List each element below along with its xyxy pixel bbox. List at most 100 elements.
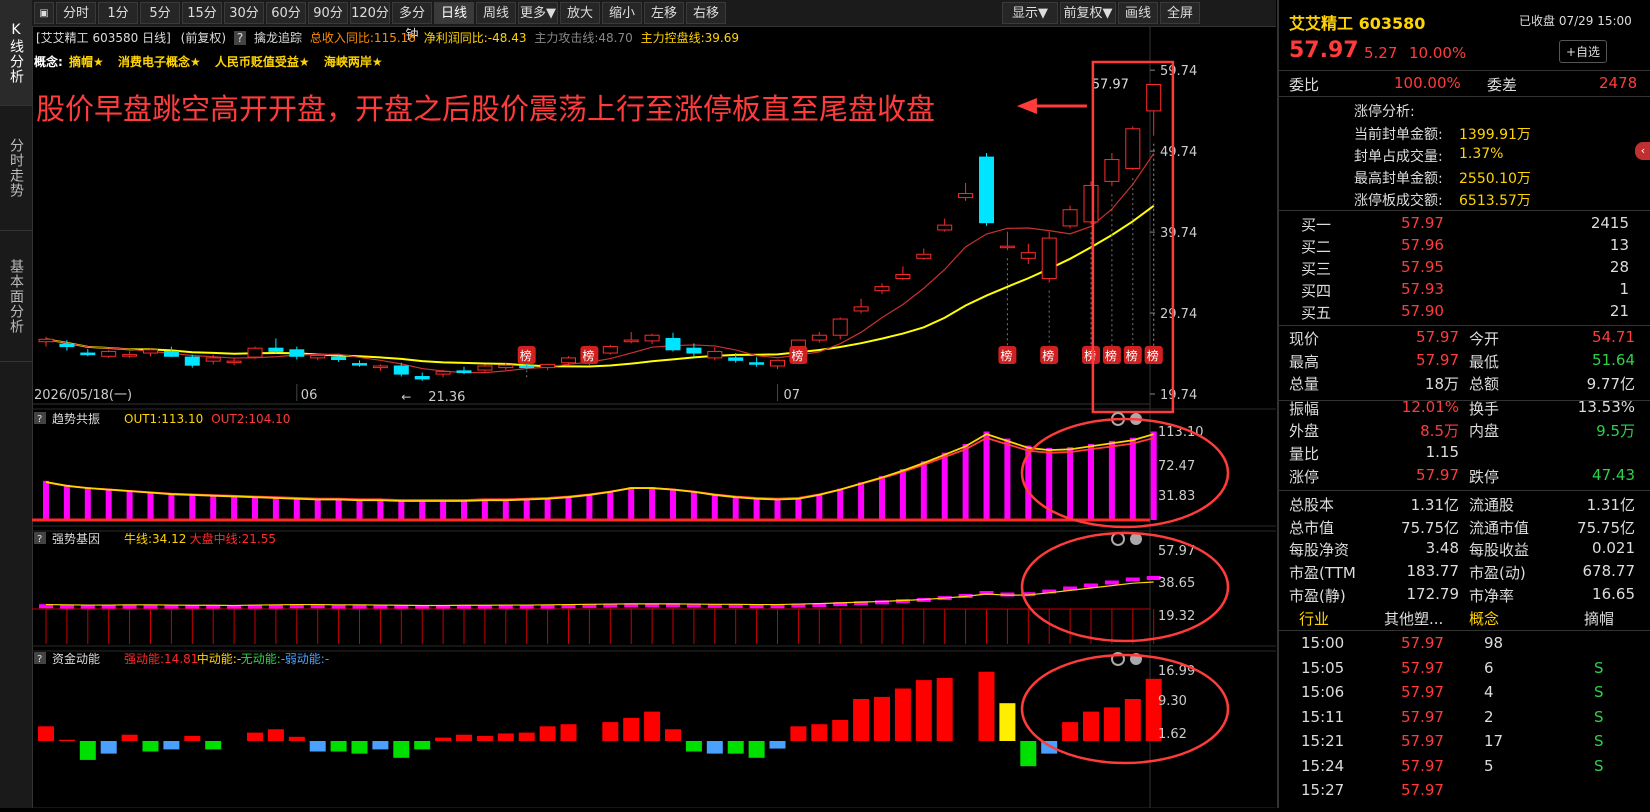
- stat-label: 市盈(静): [1289, 586, 1346, 605]
- candle[interactable]: [122, 351, 138, 358]
- help-icon[interactable]: ?: [233, 31, 247, 45]
- candle[interactable]: [101, 349, 117, 358]
- toolbar-button[interactable]: 右移: [686, 2, 726, 24]
- candle[interactable]: [143, 348, 158, 357]
- collapse-left-icon[interactable]: ‹: [1635, 142, 1650, 160]
- add-watchlist-button[interactable]: +自选: [1559, 40, 1608, 63]
- rank-badge[interactable]: 榜: [1040, 290, 1059, 364]
- rank-badge[interactable]: 榜: [1082, 232, 1100, 364]
- money-bar: [476, 735, 493, 741]
- candle[interactable]: [414, 372, 430, 381]
- candle[interactable]: [937, 218, 953, 232]
- candle[interactable]: [1062, 205, 1078, 229]
- candle[interactable]: [268, 338, 284, 354]
- tab-fundamentals[interactable]: 基本面分析: [0, 231, 32, 362]
- concept-item[interactable]: 摘帽★: [69, 55, 104, 69]
- candle[interactable]: [853, 298, 869, 314]
- toolbar-button[interactable]: 15分: [182, 2, 222, 24]
- toolbar-button[interactable]: 5分: [140, 2, 180, 24]
- candle[interactable]: [999, 231, 1015, 251]
- candle[interactable]: [770, 359, 785, 370]
- chart-mode-icon[interactable]: ▣: [34, 2, 54, 24]
- toolbar-button[interactable]: 更多▼: [518, 2, 558, 24]
- toolbar-right-button[interactable]: 画线: [1118, 2, 1158, 24]
- candle[interactable]: [289, 346, 305, 360]
- rank-badge[interactable]: 榜: [1144, 143, 1163, 364]
- close-icon[interactable]: [1130, 533, 1142, 545]
- candle[interactable]: [602, 344, 618, 355]
- tab-intraday[interactable]: 分时走势: [0, 106, 32, 231]
- candle[interactable]: [832, 317, 848, 340]
- candle[interactable]: [1020, 243, 1036, 264]
- candle[interactable]: [226, 357, 242, 366]
- candle[interactable]: [644, 333, 660, 345]
- toolbar-button[interactable]: 周线: [476, 2, 516, 24]
- toolbar-button[interactable]: 1分: [98, 2, 138, 24]
- toolbar-button[interactable]: 分时: [56, 2, 96, 24]
- stat-value: 54.71: [1592, 328, 1635, 346]
- candle[interactable]: [540, 363, 556, 371]
- toolbar-button[interactable]: 90分: [308, 2, 348, 24]
- concept-item[interactable]: 人民币贬值受益★: [215, 55, 310, 69]
- date-month: 07: [784, 388, 801, 403]
- candle[interactable]: [665, 332, 681, 352]
- concept-item[interactable]: 消费电子概念★: [118, 55, 201, 69]
- tick-time: 15:06: [1301, 683, 1345, 701]
- rank-badge[interactable]: 榜: [789, 346, 808, 365]
- candle[interactable]: [623, 331, 639, 344]
- toolbar-right-button[interactable]: 前复权▼: [1060, 2, 1116, 24]
- toolbar-button[interactable]: 30分: [224, 2, 264, 24]
- stat-label: 每股收益: [1469, 541, 1530, 560]
- toolbar-button[interactable]: 左移: [644, 2, 684, 24]
- rank-badge[interactable]: 榜: [1102, 194, 1121, 364]
- candle[interactable]: [707, 347, 723, 361]
- toolbar-button[interactable]: 60分: [266, 2, 306, 24]
- candle[interactable]: [352, 360, 367, 367]
- tab-kline-analysis[interactable]: K线分析: [0, 0, 32, 106]
- candle[interactable]: [979, 153, 994, 226]
- candle[interactable]: [958, 183, 974, 201]
- rank-badge[interactable]: 榜: [998, 258, 1017, 364]
- candle[interactable]: [874, 283, 890, 294]
- rank-badge[interactable]: 榜: [580, 346, 599, 366]
- rank-badge[interactable]: 榜: [1123, 178, 1142, 364]
- candle[interactable]: [1041, 231, 1057, 283]
- candle[interactable]: [916, 248, 932, 260]
- candle[interactable]: [38, 336, 54, 347]
- money-bar: [978, 671, 995, 741]
- stat-value: 183.77: [1406, 562, 1460, 580]
- candle[interactable]: [749, 357, 765, 367]
- candle[interactable]: [1104, 153, 1120, 187]
- kline-chart-area[interactable]: 59.74 49.74 39.74 29.74 19.74 57.97 21.36 ← 榜榜榜榜…: [32, 26, 1276, 809]
- candle[interactable]: [163, 346, 179, 358]
- money-bar: [560, 724, 577, 741]
- arrow-head-icon: [1016, 98, 1037, 114]
- candle[interactable]: [372, 364, 388, 371]
- rank-badge[interactable]: 榜: [517, 346, 536, 378]
- toolbar-button[interactable]: 缩小: [602, 2, 642, 24]
- toolbar-button[interactable]: 日线: [434, 2, 474, 24]
- toolbar-right-button[interactable]: 显示▼: [1002, 2, 1058, 24]
- candle[interactable]: [80, 348, 96, 357]
- toolbar-button[interactable]: 多分钟: [392, 2, 432, 43]
- trend-bar: [293, 498, 300, 520]
- candle[interactable]: [811, 331, 827, 343]
- toolbar-button[interactable]: 放大: [560, 2, 600, 24]
- candle[interactable]: [1125, 126, 1141, 171]
- candle[interactable]: [1146, 83, 1162, 136]
- money-bar: [665, 729, 681, 741]
- stat-value: 51.64: [1592, 350, 1635, 369]
- toolbar-right-button[interactable]: 全屏: [1160, 2, 1200, 24]
- candle[interactable]: [477, 364, 493, 373]
- gear-icon[interactable]: [1111, 532, 1125, 546]
- price-axis-label: 49.74: [1160, 145, 1197, 160]
- candle-body: [811, 334, 827, 341]
- candle[interactable]: [1083, 181, 1099, 225]
- candle[interactable]: [247, 346, 263, 359]
- kline-chart[interactable]: 59.7449.7439.7429.7419.7457.9721.36←榜榜榜榜…: [32, 26, 1276, 809]
- concept-item[interactable]: 海峡两岸★: [324, 55, 383, 69]
- toolbar-button[interactable]: 120分: [350, 2, 390, 24]
- candle[interactable]: [895, 266, 911, 281]
- candle[interactable]: [184, 354, 200, 368]
- rank-badge-text: 榜: [791, 348, 803, 363]
